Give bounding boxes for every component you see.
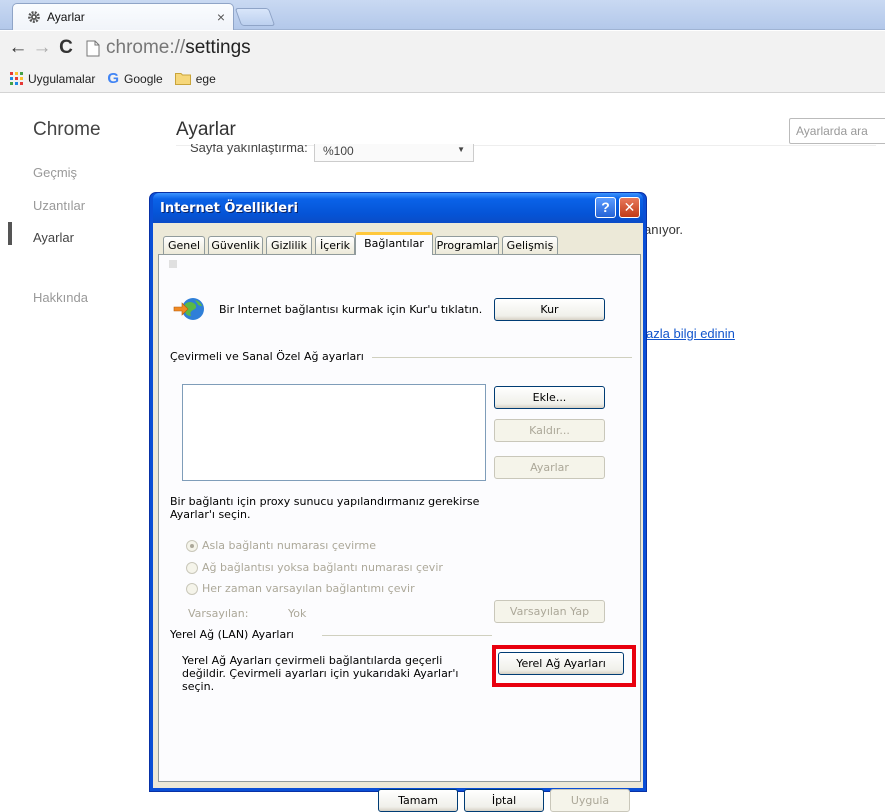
new-tab-button[interactable]	[234, 8, 276, 26]
page-icon	[86, 40, 100, 56]
address-scheme: chrome://	[106, 37, 186, 58]
cancel-button[interactable]: İptal	[464, 789, 544, 812]
settings-button[interactable]: Ayarlar	[494, 456, 605, 479]
close-icon[interactable]: ✕	[619, 197, 640, 218]
setup-text: Bir Internet bağlantısı kurmak için Kur'…	[219, 303, 483, 316]
sidebar-title: Chrome	[33, 119, 101, 140]
radio-button[interactable]	[186, 561, 198, 574]
remove-button[interactable]: Kaldır...	[494, 419, 605, 442]
address-bar[interactable]: chrome://settings	[86, 37, 251, 59]
folder-icon	[174, 73, 191, 85]
help-icon[interactable]: ?	[595, 197, 616, 218]
connections-panel: Bir Internet bağlantısı kurmak için Kur'…	[158, 254, 641, 782]
tab-general[interactable]: Genel	[163, 236, 205, 254]
sidebar-item-settings[interactable]: Ayarlar	[33, 230, 74, 245]
tab-advanced[interactable]: Gelişmiş	[502, 236, 558, 254]
sidebar-item-history[interactable]: Geçmiş	[33, 165, 77, 180]
connections-list[interactable]	[182, 384, 486, 481]
section-divider	[372, 357, 632, 358]
dialog-titlebar[interactable]: Internet Özellikleri ? ✕	[153, 193, 643, 223]
radio-label: Ağ bağlantısı yoksa bağlantı numarası çe…	[202, 561, 443, 574]
sidebar-active-indicator	[8, 222, 12, 245]
close-icon[interactable]: ×	[217, 9, 225, 25]
radio-button[interactable]	[186, 539, 198, 552]
zoom-label: Sayfa yakınlaştırma:	[190, 144, 308, 155]
address-host: settings	[185, 37, 251, 58]
page-title: Ayarlar	[176, 119, 236, 140]
forward-arrow-icon[interactable]: →	[30, 37, 54, 59]
dialog-title: Internet Özellikleri	[160, 200, 298, 216]
apps-grid-icon	[10, 72, 23, 85]
tab-privacy[interactable]: Gizlilik	[266, 236, 312, 254]
search-input[interactable]: Ayarlarda ara	[789, 118, 885, 144]
proxy-text: Bir bağlantı için proxy sunucu yapılandı…	[170, 495, 480, 521]
sidebar-item-extensions[interactable]: Uzantılar	[33, 198, 85, 213]
lan-section-label: Yerel Ağ (LAN) Ayarları	[170, 628, 294, 641]
bookmark-label: Uygulamalar	[28, 71, 96, 86]
radio-label: Her zaman varsayılan bağlantımı çevir	[202, 582, 415, 595]
radio-always-dial[interactable]: Her zaman varsayılan bağlantımı çevir	[186, 582, 415, 595]
tab-title: Ayarlar	[47, 10, 85, 24]
tab-strip: Ayarlar ×	[0, 0, 885, 30]
bookmark-ege[interactable]: ege	[174, 71, 216, 86]
bookmark-google[interactable]: G Google	[107, 70, 162, 87]
radio-button[interactable]	[186, 582, 198, 595]
tab-programs[interactable]: Programlar	[435, 236, 499, 254]
toolbar: ← → C chrome://settings	[0, 31, 885, 65]
sidebar-item-about[interactable]: Hakkında	[33, 290, 88, 305]
gear-icon	[28, 11, 40, 23]
reload-icon[interactable]: C	[54, 37, 78, 59]
panel-marker	[169, 260, 177, 268]
radio-label: Asla bağlantı numarası çevirme	[202, 539, 377, 552]
google-g-icon: G	[107, 70, 120, 87]
zoom-row: Sayfa yakınlaştırma: %100 ▼	[190, 144, 490, 164]
ok-button[interactable]: Tamam	[378, 789, 458, 812]
radio-dial-when-no-network[interactable]: Ağ bağlantısı yoksa bağlantı numarası çe…	[186, 561, 443, 574]
lan-text: Yerel Ağ Ayarları çevirmeli bağlantılard…	[182, 654, 459, 693]
add-button[interactable]: Ekle...	[494, 386, 605, 409]
dialup-section-label: Çevirmeli ve Sanal Özel Ağ ayarları	[170, 350, 364, 363]
tab-content[interactable]: İçerik	[315, 236, 355, 254]
back-arrow-icon[interactable]: ←	[6, 37, 30, 59]
internet-options-dialog: Internet Özellikleri ? ✕ Genel Güvenlik …	[149, 192, 647, 812]
tab-security[interactable]: Güvenlik	[208, 236, 263, 254]
bookmark-label: ege	[195, 71, 216, 86]
chevron-down-icon: ▼	[457, 145, 465, 154]
radio-never-dial[interactable]: Asla bağlantı numarası çevirme	[186, 539, 376, 552]
zoom-select[interactable]: %100 ▼	[314, 144, 474, 162]
set-default-button[interactable]: Varsayılan Yap	[494, 600, 605, 623]
section-divider	[322, 635, 492, 636]
setup-button[interactable]: Kur	[494, 298, 605, 321]
tab-connections[interactable]: Bağlantılar	[355, 232, 433, 255]
zoom-value: %100	[323, 144, 354, 158]
bookmark-label: Google	[124, 71, 163, 86]
default-label: Varsayılan:	[188, 607, 249, 620]
highlight-box	[492, 645, 636, 687]
apply-button[interactable]: Uygula	[550, 789, 630, 812]
globe-connect-icon	[173, 298, 204, 320]
dialog-body: Genel Güvenlik Gizlilik İçerik Bağlantıl…	[153, 223, 643, 812]
default-value: Yok	[288, 607, 307, 620]
tab-settings[interactable]: Ayarlar ×	[12, 3, 234, 30]
learn-more-link[interactable]: azla bilgi edinin	[646, 326, 735, 341]
background-text: anıyor.	[644, 222, 684, 237]
bookmark-apps[interactable]: Uygulamalar	[10, 72, 95, 86]
bookmarks-bar: Uygulamalar G Google ege	[0, 65, 885, 93]
